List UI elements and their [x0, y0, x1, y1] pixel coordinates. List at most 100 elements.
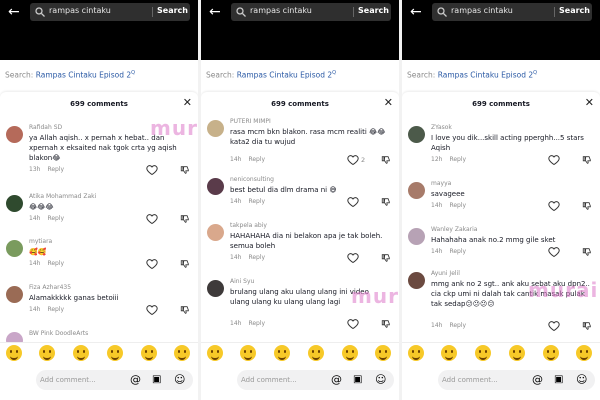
search-input[interactable]: rampas cintaku Search [231, 3, 391, 21]
avatar[interactable] [408, 182, 425, 199]
reply-button[interactable]: Reply [47, 260, 64, 267]
related-search-term[interactable]: Rampas Cintaku Episod 2 [438, 71, 533, 80]
dislike-icon[interactable] [381, 197, 391, 207]
gift-icon[interactable]: ▣ [152, 374, 164, 386]
reply-button[interactable]: Reply [248, 156, 265, 163]
heart-icon[interactable] [548, 246, 560, 258]
avatar[interactable] [207, 224, 224, 241]
emoji-icon[interactable] [543, 345, 559, 361]
emoji-icon[interactable] [375, 345, 391, 361]
avatar[interactable] [207, 120, 224, 137]
dislike-icon[interactable] [582, 201, 592, 211]
comment-input[interactable]: Add comment... @ ▣ ☺ [36, 370, 193, 390]
comment-username[interactable]: Aini Syu [230, 278, 254, 285]
dislike-icon[interactable] [180, 214, 190, 224]
emoji-icon[interactable] [475, 345, 491, 361]
search-input[interactable]: rampas cintaku Search [432, 3, 592, 21]
comment-username[interactable]: Ayuni Jelil [431, 270, 460, 277]
emoji-icon[interactable] [240, 345, 256, 361]
mention-icon[interactable]: @ [532, 374, 544, 386]
heart-icon[interactable] [347, 154, 359, 166]
mention-icon[interactable]: @ [331, 374, 343, 386]
emoji-icon[interactable]: ☺ [375, 374, 387, 386]
emoji-icon[interactable]: ☺ [174, 374, 186, 386]
avatar[interactable] [408, 126, 425, 143]
avatar[interactable] [408, 272, 425, 289]
reply-button[interactable]: Reply [449, 202, 466, 209]
reply-button[interactable]: Reply [449, 248, 466, 255]
dislike-icon[interactable] [381, 253, 391, 263]
search-button[interactable]: Search [559, 6, 590, 15]
search-button[interactable]: Search [157, 6, 188, 15]
reply-button[interactable]: Reply [47, 215, 64, 222]
avatar[interactable] [408, 228, 425, 245]
comment-username[interactable]: takpela abiy [230, 222, 267, 229]
emoji-icon[interactable] [39, 345, 55, 361]
emoji-icon[interactable] [509, 345, 525, 361]
back-arrow-icon[interactable]: ← [410, 4, 426, 20]
heart-icon[interactable] [347, 318, 359, 330]
dislike-icon[interactable] [381, 319, 391, 329]
heart-icon[interactable] [347, 252, 359, 264]
avatar[interactable] [207, 280, 224, 297]
emoji-icon[interactable] [141, 345, 157, 361]
emoji-icon[interactable] [207, 345, 223, 361]
comment-username[interactable]: ZYasok [431, 124, 452, 131]
avatar[interactable] [6, 240, 23, 257]
comment-input[interactable]: Add comment... @ ▣ ☺ [237, 370, 394, 390]
search-button[interactable]: Search [358, 6, 389, 15]
related-search[interactable]: Search: Rampas Cintaku Episod 2Q [201, 60, 399, 90]
dislike-icon[interactable] [180, 305, 190, 315]
dislike-icon[interactable] [582, 247, 592, 257]
close-icon[interactable]: ✕ [585, 96, 594, 109]
related-search-term[interactable]: Rampas Cintaku Episod 2 [36, 71, 131, 80]
emoji-icon[interactable] [174, 345, 190, 361]
related-search[interactable]: Search: Rampas Cintaku Episod 2Q [0, 60, 198, 90]
comment-username[interactable]: neniconsulting [230, 176, 274, 183]
mention-icon[interactable]: @ [130, 374, 142, 386]
dislike-icon[interactable] [582, 321, 592, 331]
heart-icon[interactable] [146, 164, 158, 176]
heart-icon[interactable] [548, 320, 560, 332]
heart-icon[interactable] [146, 304, 158, 316]
search-input[interactable]: rampas cintaku Search [30, 3, 190, 21]
reply-button[interactable]: Reply [248, 254, 265, 261]
comment-username[interactable]: Fiza Azhar435 [29, 284, 71, 291]
emoji-icon[interactable] [107, 345, 123, 361]
avatar[interactable] [6, 195, 23, 212]
comment-username[interactable]: mytiara [29, 238, 52, 245]
reply-button[interactable]: Reply [449, 156, 466, 163]
reply-button[interactable]: Reply [449, 322, 466, 329]
dislike-icon[interactable] [180, 165, 190, 175]
dislike-icon[interactable] [582, 155, 592, 165]
emoji-icon[interactable] [6, 345, 22, 361]
reply-button[interactable]: Reply [47, 166, 64, 173]
emoji-icon[interactable] [73, 345, 89, 361]
heart-icon[interactable] [146, 213, 158, 225]
comment-input[interactable]: Add comment... @ ▣ ☺ [438, 370, 595, 390]
emoji-icon[interactable] [441, 345, 457, 361]
related-search[interactable]: Search: Rampas Cintaku Episod 2Q [402, 60, 600, 90]
emoji-icon[interactable]: ☺ [576, 374, 588, 386]
reply-button[interactable]: Reply [47, 306, 64, 313]
heart-icon[interactable] [146, 258, 158, 270]
emoji-icon[interactable] [274, 345, 290, 361]
avatar[interactable] [207, 178, 224, 195]
reply-button[interactable]: Reply [248, 198, 265, 205]
back-arrow-icon[interactable]: ← [8, 4, 24, 20]
emoji-icon[interactable] [342, 345, 358, 361]
comment-username[interactable]: mayya [431, 180, 451, 187]
avatar[interactable] [6, 126, 23, 143]
heart-icon[interactable] [548, 200, 560, 212]
related-search-term[interactable]: Rampas Cintaku Episod 2 [237, 71, 332, 80]
comment-username[interactable]: Wanley Zakaria [431, 226, 478, 233]
dislike-icon[interactable] [381, 155, 391, 165]
avatar[interactable] [6, 286, 23, 303]
heart-icon[interactable] [548, 154, 560, 166]
heart-icon[interactable] [347, 196, 359, 208]
close-icon[interactable]: ✕ [384, 96, 393, 109]
comment-username[interactable]: Atika Mohammad Zaki [29, 193, 96, 200]
back-arrow-icon[interactable]: ← [209, 4, 225, 20]
reply-button[interactable]: Reply [248, 320, 265, 327]
gift-icon[interactable]: ▣ [554, 374, 566, 386]
